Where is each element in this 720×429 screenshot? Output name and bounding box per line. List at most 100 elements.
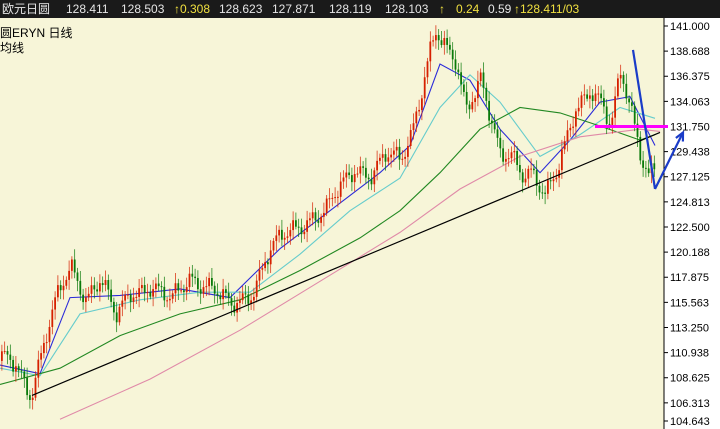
candle-body xyxy=(605,106,608,124)
candle-body xyxy=(227,292,230,299)
candle-body xyxy=(502,148,504,162)
candle-body xyxy=(85,297,87,303)
candle-body xyxy=(404,156,406,159)
candle-body xyxy=(101,283,104,286)
candle-body xyxy=(267,262,269,265)
indicator-label: 均线 xyxy=(0,41,25,55)
candle-body xyxy=(412,123,415,131)
quote-value5: 127.871 xyxy=(272,2,316,16)
candle-body xyxy=(253,296,255,301)
candle-body xyxy=(258,269,261,281)
candle-body xyxy=(443,37,446,46)
candle-body xyxy=(446,37,448,45)
candle-body xyxy=(435,35,437,41)
quote-value7: 128.103 xyxy=(385,2,429,16)
projection-arrow xyxy=(631,49,657,190)
candle-body xyxy=(348,172,350,176)
candle-body xyxy=(331,197,334,199)
candle-body xyxy=(104,280,107,286)
candle-body xyxy=(577,107,580,112)
candle-body xyxy=(135,296,138,298)
y-tick-label: 122.500 xyxy=(670,222,710,234)
candle-body xyxy=(617,78,619,97)
y-tick-label: 134.063 xyxy=(670,96,710,108)
candle-body xyxy=(1,351,3,361)
candle-body xyxy=(149,292,152,297)
chart-window: 141.000 138.688 136.375 134.063 131.750 129.4… xyxy=(0,0,720,429)
candle-body xyxy=(40,353,42,360)
candle-body xyxy=(580,95,583,108)
candle-body xyxy=(208,277,210,287)
candle-body xyxy=(96,289,98,292)
candle-body xyxy=(188,273,191,288)
candle-body xyxy=(236,302,238,313)
candle-body xyxy=(152,289,154,297)
candle-body xyxy=(440,40,443,46)
candle-body xyxy=(31,397,34,400)
candle-body xyxy=(387,157,390,162)
candle-body xyxy=(642,160,644,168)
candle-body xyxy=(54,297,56,310)
candle-body xyxy=(482,72,485,88)
candle-body xyxy=(530,168,532,170)
candle-body xyxy=(533,168,535,171)
candle-body xyxy=(493,123,496,130)
moving-average-line xyxy=(0,63,656,375)
quote-value10: 0.59 xyxy=(488,2,512,16)
moving-average-line xyxy=(0,74,656,377)
candle-body xyxy=(219,295,222,300)
candle-body xyxy=(471,101,474,110)
candle-body xyxy=(62,285,65,291)
candle-body xyxy=(199,289,202,294)
candle-body xyxy=(113,301,115,313)
candle-body xyxy=(325,198,328,213)
candle-body xyxy=(303,231,306,235)
y-tick-label: 141.000 xyxy=(670,21,710,33)
candle-body xyxy=(432,40,434,42)
y-tick-label: 108.625 xyxy=(670,373,710,385)
candle-body xyxy=(465,91,468,105)
candle-body xyxy=(521,172,524,183)
candle-body xyxy=(597,93,600,95)
candle-body xyxy=(603,98,605,107)
candle-body xyxy=(393,150,395,155)
candle-body xyxy=(87,293,90,298)
candle-body xyxy=(247,294,250,304)
candle-body xyxy=(488,100,490,121)
candle-body xyxy=(306,220,308,232)
candle-body xyxy=(589,95,591,99)
candle-body xyxy=(289,230,292,237)
candle-body xyxy=(272,240,275,251)
y-tick-label: 124.813 xyxy=(670,197,710,209)
candle-body xyxy=(57,285,59,298)
candle-body xyxy=(415,111,418,124)
candle-body xyxy=(244,293,247,295)
candle-body xyxy=(197,278,199,290)
candle-body xyxy=(29,395,31,400)
candle-body xyxy=(121,300,124,307)
candle-body xyxy=(59,285,62,291)
price-chart[interactable]: 141.000138.688136.375134.063131.750129.4… xyxy=(0,0,720,429)
candle-body xyxy=(211,277,213,286)
candle-body xyxy=(261,268,264,270)
candle-body xyxy=(491,120,493,124)
candle-body xyxy=(138,288,140,297)
candle-body xyxy=(157,283,160,287)
candle-body xyxy=(118,306,121,323)
candle-body xyxy=(107,280,110,290)
candle-body xyxy=(278,229,280,236)
candle-body xyxy=(48,326,51,343)
quote-value4: 128.623 xyxy=(219,2,263,16)
candle-body xyxy=(541,192,544,194)
candle-body xyxy=(202,287,205,294)
candle-body xyxy=(367,177,370,180)
candle-body xyxy=(9,354,12,360)
candle-body xyxy=(255,280,258,297)
candle-body xyxy=(384,154,387,162)
candle-body xyxy=(323,212,325,217)
candle-body xyxy=(365,167,367,178)
candle-body xyxy=(516,151,518,166)
quote-bar: 欧元日圆 128.411 128.503 ↑0.308 128.623 127.… xyxy=(0,0,720,18)
candle-body xyxy=(510,152,513,159)
candle-body xyxy=(429,41,432,62)
